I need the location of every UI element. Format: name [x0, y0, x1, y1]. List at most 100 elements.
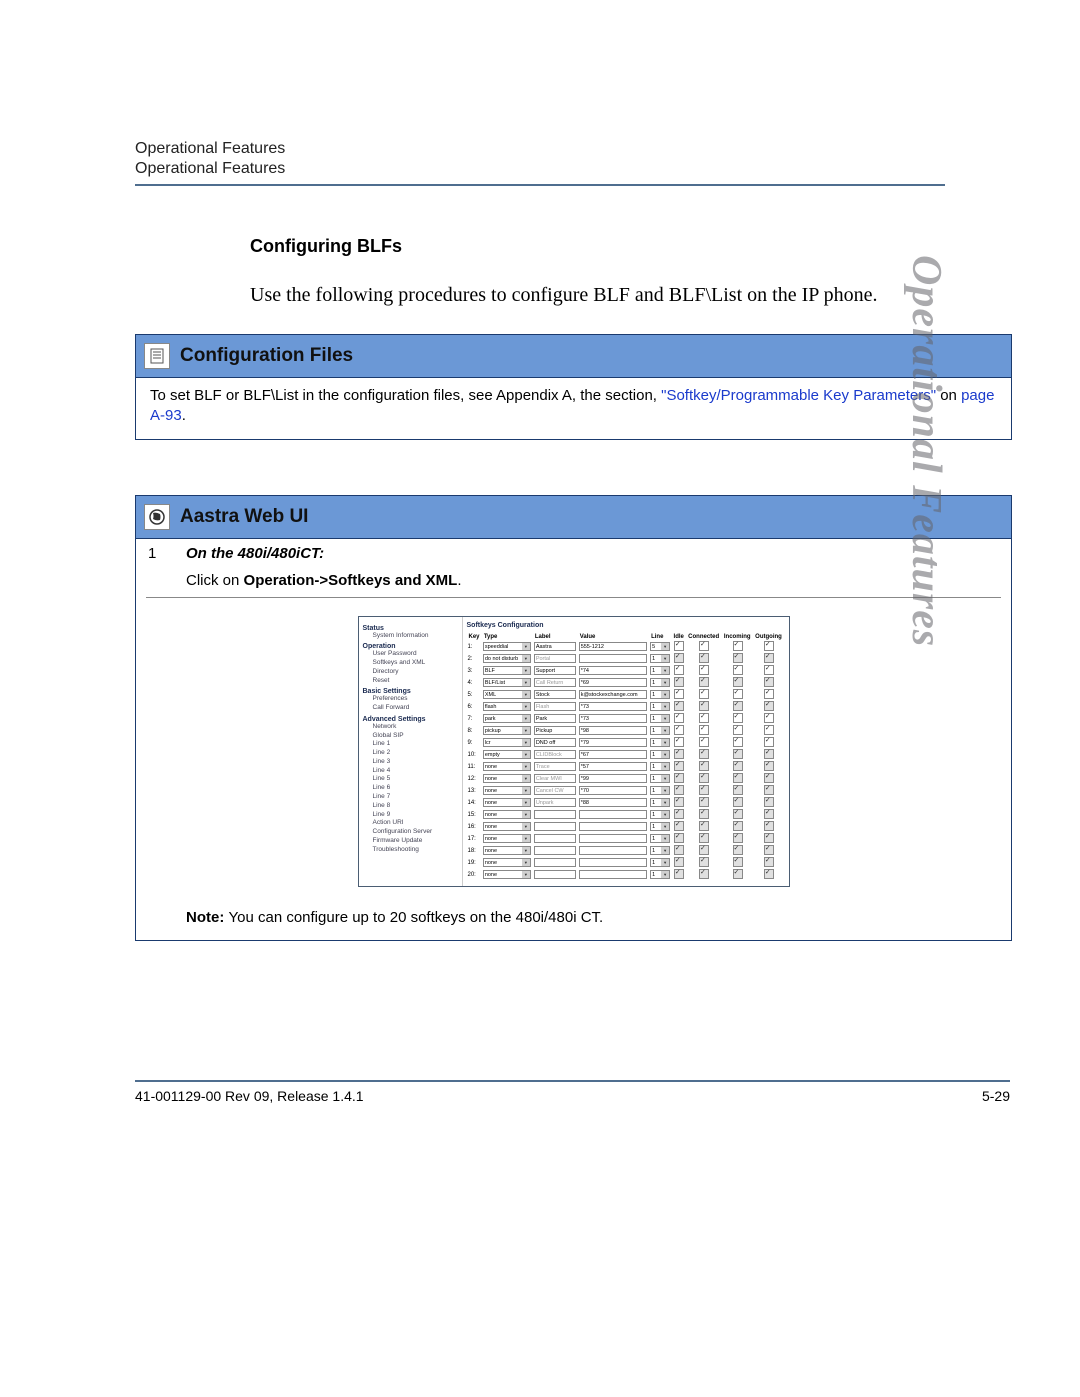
text-input[interactable]: *99 — [579, 774, 647, 783]
sidebar-item[interactable]: Line 9 — [363, 811, 458, 820]
type-select[interactable]: XML▼ — [483, 690, 531, 699]
checkbox[interactable] — [674, 821, 684, 831]
type-select[interactable]: BLF/List▼ — [483, 678, 531, 687]
text-input[interactable] — [579, 858, 647, 867]
type-select[interactable]: 1▼ — [650, 714, 670, 723]
checkbox[interactable] — [674, 797, 684, 807]
type-select[interactable]: 1▼ — [650, 750, 670, 759]
sidebar-item[interactable]: Line 1 — [363, 740, 458, 749]
checkbox[interactable] — [733, 677, 743, 687]
text-input[interactable]: *73 — [579, 714, 647, 723]
checkbox[interactable] — [764, 773, 774, 783]
type-select[interactable]: speeddial▼ — [483, 642, 531, 651]
text-input[interactable]: 555-1212 — [579, 642, 647, 651]
type-select[interactable]: none▼ — [483, 762, 531, 771]
checkbox[interactable] — [699, 653, 709, 663]
sidebar-item[interactable]: Directory — [363, 668, 458, 677]
text-input[interactable]: Pickup — [534, 726, 576, 735]
checkbox[interactable] — [699, 785, 709, 795]
type-select[interactable]: none▼ — [483, 822, 531, 831]
checkbox[interactable] — [674, 701, 684, 711]
sidebar-item[interactable]: Preferences — [363, 695, 458, 704]
type-select[interactable]: 1▼ — [650, 690, 670, 699]
text-input[interactable]: k@stockexchange.com — [579, 690, 647, 699]
type-select[interactable]: 1▼ — [650, 798, 670, 807]
type-select[interactable]: pickup▼ — [483, 726, 531, 735]
type-select[interactable]: none▼ — [483, 834, 531, 843]
checkbox[interactable] — [733, 689, 743, 699]
text-input[interactable] — [534, 870, 576, 879]
checkbox[interactable] — [699, 749, 709, 759]
checkbox[interactable] — [699, 821, 709, 831]
checkbox[interactable] — [674, 761, 684, 771]
checkbox[interactable] — [764, 869, 774, 879]
checkbox[interactable] — [733, 725, 743, 735]
type-select[interactable]: 1▼ — [650, 666, 670, 675]
checkbox[interactable] — [699, 761, 709, 771]
text-input[interactable] — [579, 870, 647, 879]
checkbox[interactable] — [733, 665, 743, 675]
text-input[interactable]: Unpark — [534, 798, 576, 807]
type-select[interactable]: 1▼ — [650, 870, 670, 879]
sidebar-item[interactable]: Global SIP — [363, 732, 458, 741]
text-input[interactable]: CLIDBlock — [534, 750, 576, 759]
sidebar-item[interactable]: Action URI — [363, 819, 458, 828]
text-input[interactable]: Portal — [534, 654, 576, 663]
checkbox[interactable] — [764, 761, 774, 771]
checkbox[interactable] — [764, 821, 774, 831]
checkbox[interactable] — [699, 725, 709, 735]
checkbox[interactable] — [674, 833, 684, 843]
checkbox[interactable] — [733, 857, 743, 867]
text-input[interactable]: *67 — [579, 750, 647, 759]
sidebar-item[interactable]: Line 5 — [363, 775, 458, 784]
checkbox[interactable] — [764, 737, 774, 747]
checkbox[interactable] — [733, 749, 743, 759]
checkbox[interactable] — [764, 749, 774, 759]
text-input[interactable]: Aastra — [534, 642, 576, 651]
text-input[interactable]: Stock — [534, 690, 576, 699]
text-input[interactable]: Call Return — [534, 678, 576, 687]
checkbox[interactable] — [674, 725, 684, 735]
checkbox[interactable] — [764, 857, 774, 867]
type-select[interactable]: do not disturb▼ — [483, 654, 531, 663]
type-select[interactable]: none▼ — [483, 858, 531, 867]
sidebar-item[interactable]: Softkeys and XML — [363, 659, 458, 668]
checkbox[interactable] — [674, 773, 684, 783]
checkbox[interactable] — [764, 845, 774, 855]
type-select[interactable]: 1▼ — [650, 762, 670, 771]
checkbox[interactable] — [733, 797, 743, 807]
type-select[interactable]: 1▼ — [650, 858, 670, 867]
checkbox[interactable] — [733, 737, 743, 747]
type-select[interactable]: none▼ — [483, 798, 531, 807]
text-input[interactable] — [534, 846, 576, 855]
checkbox[interactable] — [674, 749, 684, 759]
checkbox[interactable] — [733, 845, 743, 855]
type-select[interactable]: none▼ — [483, 870, 531, 879]
checkbox[interactable] — [733, 869, 743, 879]
checkbox[interactable] — [699, 773, 709, 783]
checkbox[interactable] — [699, 737, 709, 747]
checkbox[interactable] — [764, 713, 774, 723]
checkbox[interactable] — [699, 857, 709, 867]
checkbox[interactable] — [674, 869, 684, 879]
checkbox[interactable] — [764, 641, 774, 651]
checkbox[interactable] — [733, 809, 743, 819]
config-files-link-1[interactable]: "Softkey/Programmable Key Parameters" — [661, 387, 936, 404]
type-select[interactable]: BLF▼ — [483, 666, 531, 675]
text-input[interactable]: Trace — [534, 762, 576, 771]
text-input[interactable] — [579, 846, 647, 855]
checkbox[interactable] — [764, 725, 774, 735]
checkbox[interactable] — [733, 773, 743, 783]
text-input[interactable]: Support — [534, 666, 576, 675]
checkbox[interactable] — [674, 857, 684, 867]
sidebar-item[interactable]: Line 6 — [363, 784, 458, 793]
checkbox[interactable] — [699, 701, 709, 711]
text-input[interactable] — [534, 810, 576, 819]
checkbox[interactable] — [733, 641, 743, 651]
checkbox[interactable] — [699, 665, 709, 675]
type-select[interactable]: 1▼ — [650, 822, 670, 831]
checkbox[interactable] — [674, 845, 684, 855]
checkbox[interactable] — [764, 785, 774, 795]
text-input[interactable]: DND off — [534, 738, 576, 747]
text-input[interactable] — [534, 858, 576, 867]
